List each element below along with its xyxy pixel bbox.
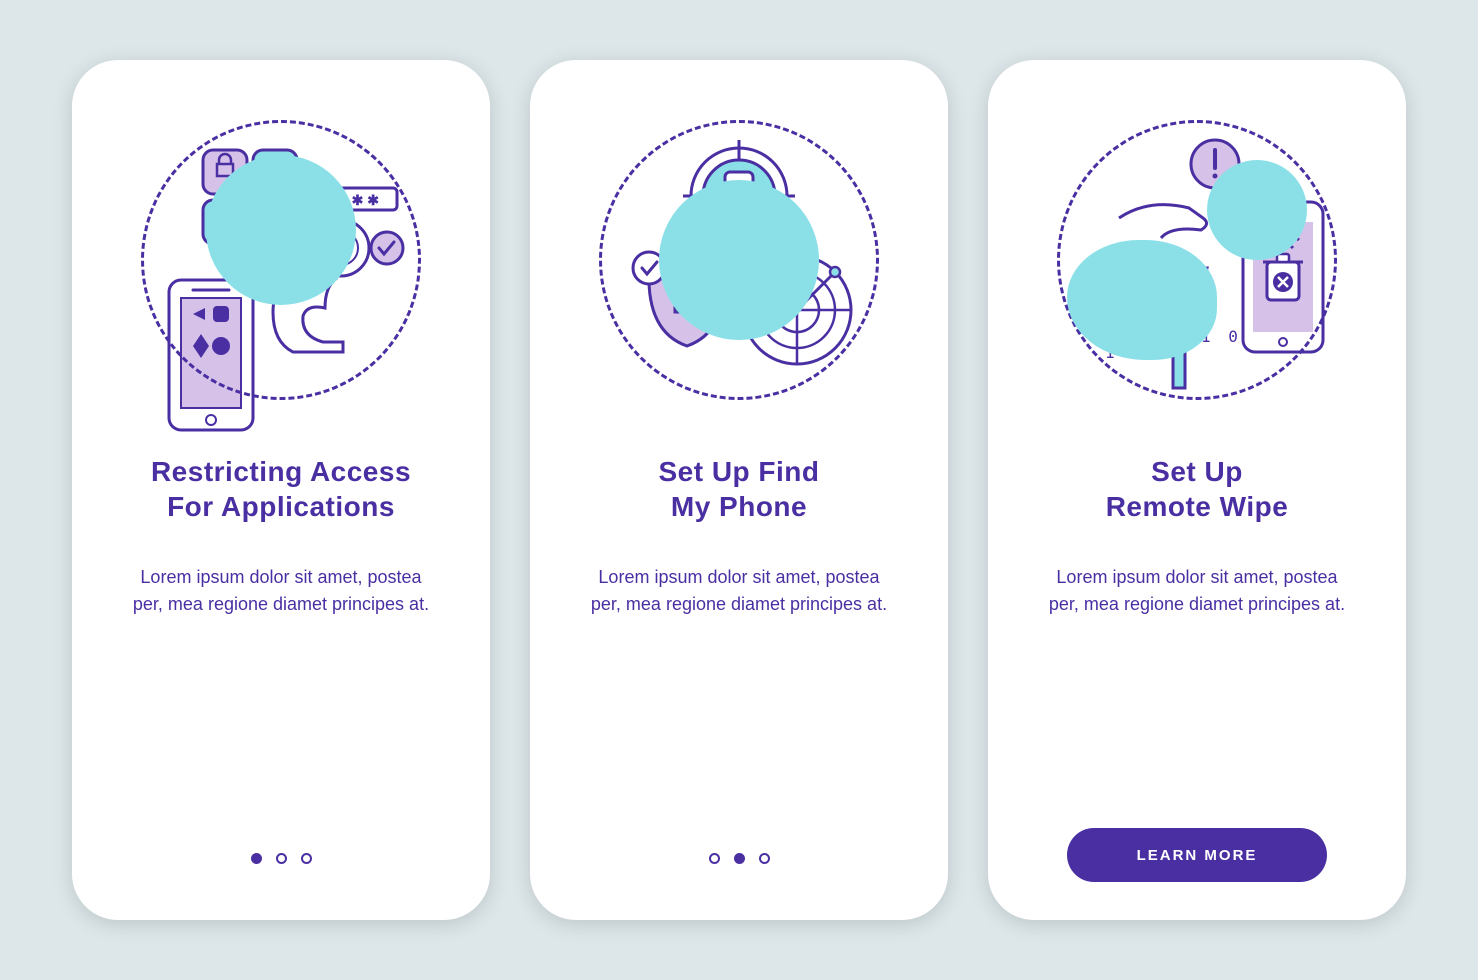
illustration-restrict-access: ✱ ✱ ✱: [141, 120, 421, 400]
learn-more-button[interactable]: LEARN MORE: [1067, 828, 1327, 882]
card-title: Restricting Access For Applications: [151, 454, 411, 524]
card-title: Set Up Remote Wipe: [1106, 454, 1289, 524]
page-indicator: [251, 853, 312, 864]
onboarding-card-1: ✱ ✱ ✱ Restricting Access For Application…: [72, 60, 490, 920]
pager-dot-1[interactable]: [251, 853, 262, 864]
pager-dot-3[interactable]: [759, 853, 770, 864]
page-indicator: [709, 853, 770, 864]
onboarding-card-3: 0 1 1 0 1 0 1 1 0 Set Up Remote Wipe Lor…: [988, 60, 1406, 920]
card-title: Set Up Find My Phone: [658, 454, 819, 524]
pager-dot-3[interactable]: [301, 853, 312, 864]
card-description: Lorem ipsum dolor sit amet, postea per, …: [131, 564, 431, 618]
pager-dot-2[interactable]: [276, 853, 287, 864]
illustration-find-phone: [599, 120, 879, 400]
pager-dot-1[interactable]: [709, 853, 720, 864]
card-description: Lorem ipsum dolor sit amet, postea per, …: [589, 564, 889, 618]
card-description: Lorem ipsum dolor sit amet, postea per, …: [1047, 564, 1347, 618]
illustration-remote-wipe: 0 1 1 0 1 0 1 1 0: [1057, 120, 1337, 400]
onboarding-card-2: Set Up Find My Phone Lorem ipsum dolor s…: [530, 60, 948, 920]
pager-dot-2[interactable]: [734, 853, 745, 864]
